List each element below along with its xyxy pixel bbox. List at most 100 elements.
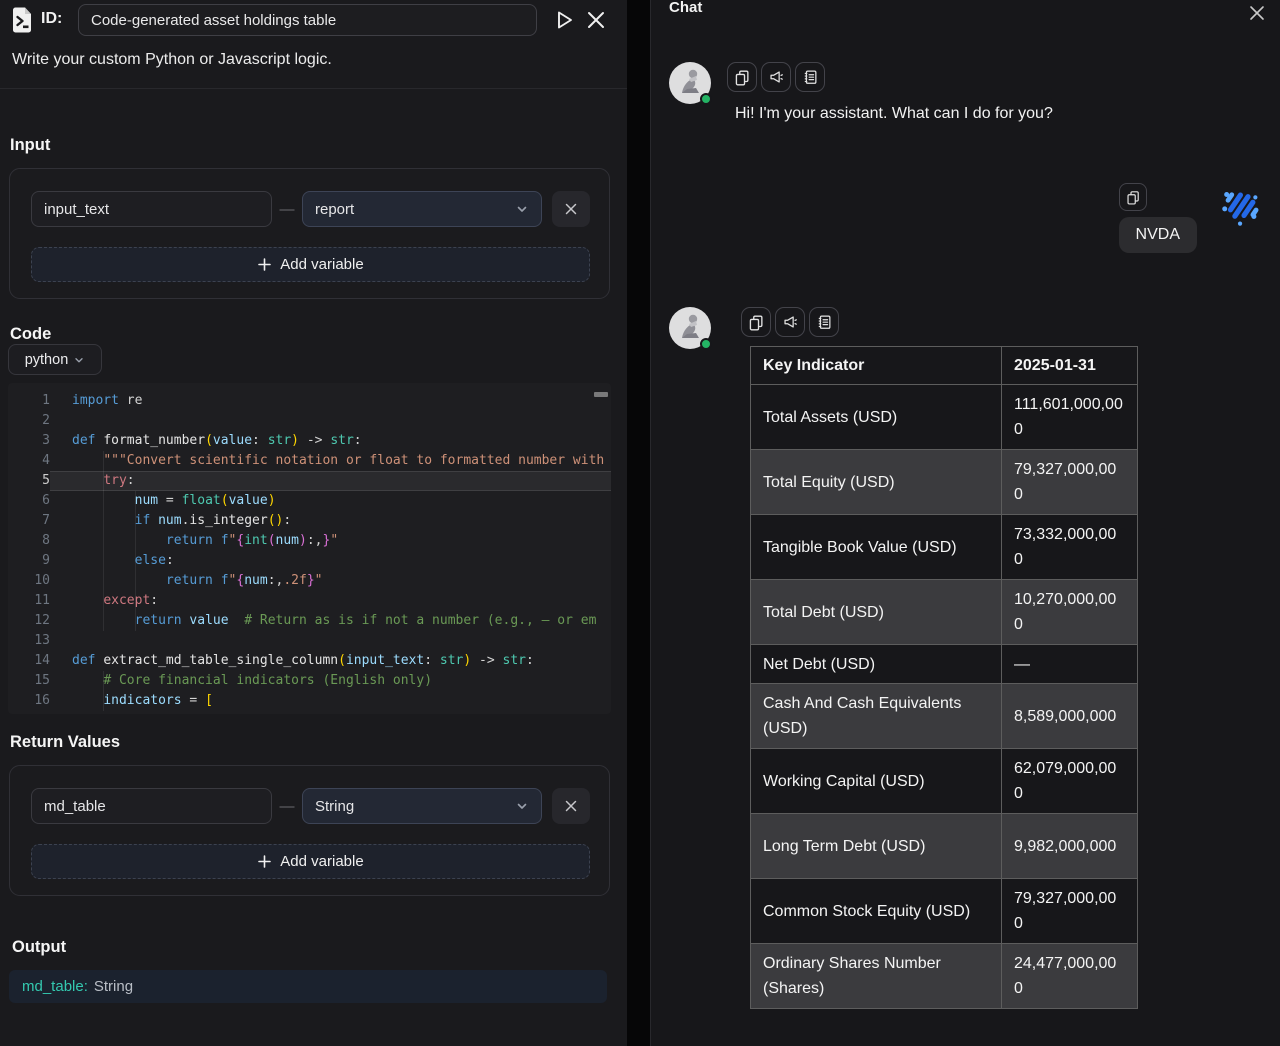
table-cell: Total Assets (USD)	[751, 385, 1002, 450]
code-line: 12 return value # Return as is if not a …	[8, 611, 611, 631]
table-cell: Ordinary Shares Number (Shares)	[751, 944, 1002, 1009]
line-number: 9	[8, 551, 50, 571]
indent-guide	[103, 451, 104, 631]
node-subtitle: Write your custom Python or Javascript l…	[12, 51, 332, 69]
table-row: Total Debt (USD)10,270,000,000	[751, 580, 1138, 645]
editor-scrollbar[interactable]	[594, 392, 608, 397]
copy-icon	[733, 68, 751, 86]
table-cell: Net Debt (USD)	[751, 645, 1002, 684]
table-header-cell: Key Indicator	[751, 347, 1002, 385]
copy-user-message-button[interactable]	[1119, 183, 1147, 211]
node-id-input[interactable]	[78, 4, 537, 36]
line-number: 4	[8, 451, 50, 471]
line-number: 11	[8, 591, 50, 611]
remove-return-variable-button[interactable]	[552, 788, 590, 824]
table-row: Common Stock Equity (USD)79,327,000,000	[751, 879, 1138, 944]
code-line-text	[50, 631, 611, 651]
language-select[interactable]: python	[8, 344, 102, 375]
table-header-row: Key Indicator2025-01-31	[751, 347, 1138, 385]
chevron-down-icon	[515, 202, 529, 216]
assistant-message-content: Key Indicator2025-01-31Total Assets (USD…	[727, 307, 1138, 1009]
line-number: 1	[8, 391, 50, 411]
return-variable-type-select[interactable]: String	[302, 788, 542, 824]
return-variable-card: — String Add variable	[9, 765, 610, 896]
chat-title: Chat	[669, 0, 702, 16]
add-return-variable-button[interactable]: Add variable	[31, 844, 590, 879]
chat-panel: Chat	[650, 0, 1280, 1046]
code-editor[interactable]: 1import re23def format_number(value: str…	[8, 383, 611, 714]
output-variable-type: String	[94, 978, 133, 995]
code-line-text: """Convert scientific notation or float …	[50, 451, 611, 471]
table-row: Ordinary Shares Number (Shares)24,477,00…	[751, 944, 1138, 1009]
code-line-text: def format_number(value: str) -> str:	[50, 431, 611, 451]
line-number: 3	[8, 431, 50, 451]
id-label: ID:	[41, 10, 62, 28]
line-number: 14	[8, 651, 50, 671]
indent-guide	[135, 491, 136, 631]
table-cell: 62,079,000,000	[1002, 749, 1138, 814]
code-line: 2	[8, 411, 611, 431]
close-node-button[interactable]	[584, 8, 608, 32]
view-log-button[interactable]	[795, 62, 825, 92]
copy-message-button[interactable]	[727, 62, 757, 92]
code-line-text: # Core financial indicators (English onl…	[50, 671, 611, 691]
user-avatar-logo	[1219, 183, 1263, 227]
user-message-bubble: NVDA	[1119, 217, 1197, 253]
output-strip: md_table: String	[9, 970, 607, 1003]
code-line: 6 num = float(value)	[8, 491, 611, 511]
table-row: Long Term Debt (USD)9,982,000,000	[751, 814, 1138, 879]
key-indicator-table: Key Indicator2025-01-31Total Assets (USD…	[750, 346, 1138, 1009]
table-cell: Common Stock Equity (USD)	[751, 879, 1002, 944]
input-section-title: Input	[10, 136, 50, 155]
table-row: Tangible Book Value (USD)73,332,000,000	[751, 515, 1138, 580]
read-aloud-button[interactable]	[761, 62, 791, 92]
message-action-bar	[727, 62, 1053, 92]
code-line: 3def format_number(value: str) -> str:	[8, 431, 611, 451]
speaker-icon	[781, 313, 799, 331]
code-line-text: import re	[50, 391, 611, 411]
table-cell: 8,589,000,000	[1002, 684, 1138, 749]
table-row: Net Debt (USD)—	[751, 645, 1138, 684]
return-variable-row: — String	[31, 788, 590, 824]
line-number: 2	[8, 411, 50, 431]
remove-input-variable-button[interactable]	[552, 191, 590, 227]
status-dot	[700, 93, 712, 105]
add-input-variable-button[interactable]: Add variable	[31, 247, 590, 282]
table-cell: 79,327,000,000	[1002, 879, 1138, 944]
assistant-avatar	[669, 62, 711, 104]
code-section-title: Code	[10, 325, 51, 344]
line-number: 6	[8, 491, 50, 511]
code-node-panel: ID: Write your custom Python or Javascri…	[0, 0, 627, 1046]
code-line-text: try:	[50, 471, 611, 491]
node-header: ID:	[0, 0, 627, 40]
code-file-icon	[10, 6, 34, 34]
table-cell: Total Equity (USD)	[751, 450, 1002, 515]
divider	[0, 88, 627, 89]
line-number: 8	[8, 531, 50, 551]
read-aloud-button[interactable]	[775, 307, 805, 337]
table-cell: 24,477,000,000	[1002, 944, 1138, 1009]
table-row: Total Assets (USD)111,601,000,000	[751, 385, 1138, 450]
input-variable-source-select[interactable]: report	[302, 191, 542, 227]
table-cell: Working Capital (USD)	[751, 749, 1002, 814]
code-line: 16 indicators = [	[8, 691, 611, 711]
return-variable-name-field[interactable]	[31, 788, 272, 824]
copy-message-button[interactable]	[741, 307, 771, 337]
table-header-cell: 2025-01-31	[1002, 347, 1138, 385]
line-number: 15	[8, 671, 50, 691]
table-row: Working Capital (USD)62,079,000,000	[751, 749, 1138, 814]
code-line: 4 """Convert scientific notation or floa…	[8, 451, 611, 471]
code-line: 15 # Core financial indicators (English …	[8, 671, 611, 691]
table-cell: 9,982,000,000	[1002, 814, 1138, 879]
chat-close-button[interactable]	[1246, 2, 1268, 24]
copy-icon	[747, 313, 765, 331]
code-line-text: def extract_md_table_single_column(input…	[50, 651, 611, 671]
code-line: 8 return f"{int(num):,}"	[8, 531, 611, 551]
input-variable-name-field[interactable]	[31, 191, 272, 227]
code-lines: 1import re23def format_number(value: str…	[8, 391, 611, 711]
panel-resize-handle[interactable]	[627, 0, 650, 1046]
speaker-icon	[767, 68, 785, 86]
run-button[interactable]	[551, 7, 577, 33]
view-log-button[interactable]	[809, 307, 839, 337]
assistant-avatar	[669, 307, 711, 349]
